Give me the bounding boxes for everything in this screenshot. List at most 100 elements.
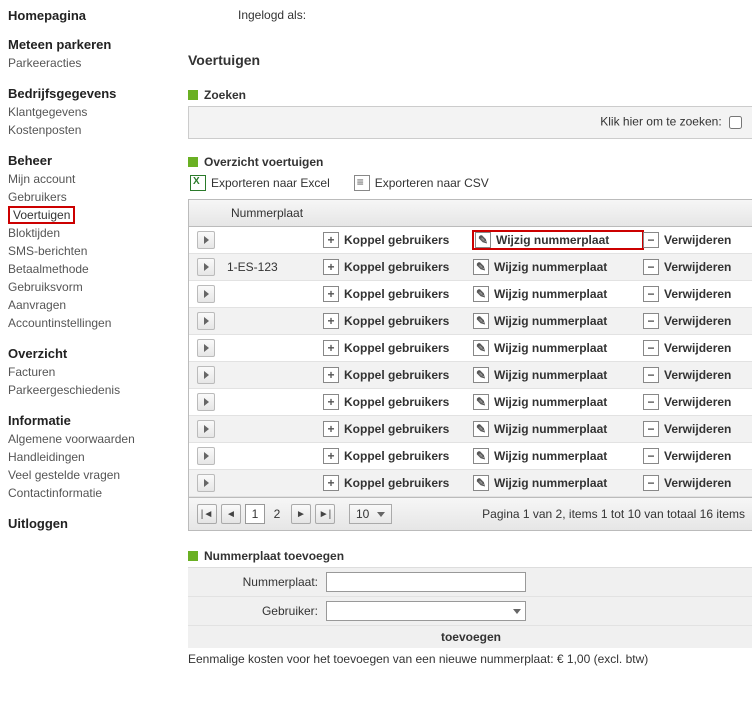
verwijderen-button[interactable]: −Verwijderen bbox=[643, 259, 752, 275]
nav-item[interactable]: Veel gestelde vragen bbox=[8, 466, 178, 484]
koppel-gebruikers-button[interactable]: +Koppel gebruikers bbox=[323, 232, 473, 248]
pager-next-button[interactable]: ► bbox=[291, 504, 311, 524]
wijzig-nummerplaat-button[interactable]: ✎Wijzig nummerplaat bbox=[473, 394, 643, 410]
nav-header[interactable]: Bedrijfsgegevens bbox=[8, 86, 178, 101]
wijzig-nummerplaat-button-label: Wijzig nummerplaat bbox=[494, 368, 607, 382]
nav-item[interactable]: Betaalmethode bbox=[8, 260, 178, 278]
expand-row-button[interactable] bbox=[197, 285, 215, 303]
wijzig-nummerplaat-button[interactable]: ✎Wijzig nummerplaat bbox=[473, 367, 643, 383]
plate-input[interactable] bbox=[326, 572, 526, 592]
verwijderen-button[interactable]: −Verwijderen bbox=[643, 448, 752, 464]
search-toggle-checkbox[interactable] bbox=[729, 116, 742, 129]
wijzig-nummerplaat-button-icon: ✎ bbox=[473, 394, 489, 410]
wijzig-nummerplaat-button[interactable]: ✎Wijzig nummerplaat bbox=[473, 421, 643, 437]
wijzig-nummerplaat-button-icon: ✎ bbox=[473, 313, 489, 329]
koppel-gebruikers-button-label: Koppel gebruikers bbox=[344, 314, 449, 328]
nav-item[interactable]: Parkeeracties bbox=[8, 54, 178, 72]
nav-header[interactable]: Overzicht bbox=[8, 346, 178, 361]
expand-row-button[interactable] bbox=[197, 339, 215, 357]
col-plate-header[interactable]: Nummerplaat bbox=[227, 206, 749, 220]
verwijderen-button[interactable]: −Verwijderen bbox=[643, 367, 752, 383]
table-row: +Koppel gebruikers✎Wijzig nummerplaat−Ve… bbox=[189, 281, 752, 308]
koppel-gebruikers-button[interactable]: +Koppel gebruikers bbox=[323, 394, 473, 410]
verwijderen-button[interactable]: −Verwijderen bbox=[643, 313, 752, 329]
wijzig-nummerplaat-button[interactable]: ✎Wijzig nummerplaat bbox=[473, 231, 643, 249]
expand-row-button[interactable] bbox=[197, 420, 215, 438]
nav-item[interactable]: Gebruiksvorm bbox=[8, 278, 178, 296]
pager-last-button[interactable]: ►| bbox=[315, 504, 335, 524]
pager-first-button[interactable]: |◄ bbox=[197, 504, 217, 524]
nav-item[interactable]: SMS-berichten bbox=[8, 242, 178, 260]
expand-row-button[interactable] bbox=[197, 393, 215, 411]
bullet-icon bbox=[188, 551, 198, 561]
expand-row-button[interactable] bbox=[197, 258, 215, 276]
wijzig-nummerplaat-button[interactable]: ✎Wijzig nummerplaat bbox=[473, 259, 643, 275]
nav-item[interactable]: Handleidingen bbox=[8, 448, 178, 466]
koppel-gebruikers-button[interactable]: +Koppel gebruikers bbox=[323, 448, 473, 464]
nav-item[interactable]: Facturen bbox=[8, 363, 178, 381]
chevron-right-icon bbox=[204, 263, 209, 271]
pager-page-button[interactable]: 1 bbox=[245, 504, 265, 524]
wijzig-nummerplaat-button[interactable]: ✎Wijzig nummerplaat bbox=[473, 286, 643, 302]
koppel-gebruikers-button[interactable]: +Koppel gebruikers bbox=[323, 286, 473, 302]
export-csv-button[interactable]: Exporteren naar CSV bbox=[354, 175, 489, 191]
koppel-gebruikers-button[interactable]: +Koppel gebruikers bbox=[323, 340, 473, 356]
table-row: +Koppel gebruikers✎Wijzig nummerplaat−Ve… bbox=[189, 227, 752, 254]
pager-prev-button[interactable]: ◄ bbox=[221, 504, 241, 524]
export-excel-button[interactable]: Exporteren naar Excel bbox=[190, 175, 330, 191]
nav-item[interactable]: Algemene voorwaarden bbox=[8, 430, 178, 448]
verwijderen-button[interactable]: −Verwijderen bbox=[643, 394, 752, 410]
verwijderen-button[interactable]: −Verwijderen bbox=[643, 475, 752, 491]
user-select[interactable] bbox=[326, 601, 526, 621]
nav-item[interactable]: Kostenposten bbox=[8, 121, 178, 139]
pager-page-button[interactable]: 2 bbox=[267, 504, 287, 524]
nav-header[interactable]: Beheer bbox=[8, 153, 178, 168]
wijzig-nummerplaat-button[interactable]: ✎ Wijzig nummerplaat bbox=[473, 475, 643, 491]
wijzig-nummerplaat-button[interactable]: ✎Wijzig nummerplaat bbox=[473, 340, 643, 356]
koppel-gebruikers-button[interactable]: +Koppel gebruikers bbox=[323, 421, 473, 437]
nav-item[interactable]: Mijn account bbox=[8, 170, 178, 188]
nav-header[interactable]: Informatie bbox=[8, 413, 178, 428]
wijzig-nummerplaat-button-icon: ✎ bbox=[473, 448, 489, 464]
verwijderen-button-label: Verwijderen bbox=[664, 233, 731, 247]
expand-row-button[interactable] bbox=[197, 447, 215, 465]
nav-item[interactable]: Parkeergeschiedenis bbox=[8, 381, 178, 399]
nav-header[interactable]: Meteen parkeren bbox=[8, 37, 178, 52]
verwijderen-button[interactable]: −Verwijderen bbox=[643, 340, 752, 356]
koppel-gebruikers-button[interactable]: +Koppel gebruikers bbox=[323, 475, 473, 491]
excel-icon bbox=[190, 175, 206, 191]
pager: |◄ ◄ 12 ► ►| 10 bbox=[197, 504, 392, 524]
verwijderen-button[interactable]: −Verwijderen bbox=[643, 232, 752, 248]
wijzig-nummerplaat-button[interactable]: ✎Wijzig nummerplaat bbox=[473, 313, 643, 329]
nav-item[interactable]: Gebruikers bbox=[8, 188, 178, 206]
koppel-gebruikers-button-icon: + bbox=[323, 340, 339, 356]
nav-item[interactable]: Contactinformatie bbox=[8, 484, 178, 502]
koppel-gebruikers-button-icon: + bbox=[323, 367, 339, 383]
koppel-gebruikers-button[interactable]: + Koppel gebruikers bbox=[323, 313, 473, 329]
add-header: Nummerplaat toevoegen bbox=[188, 549, 752, 563]
wijzig-nummerplaat-button-icon: ✎ bbox=[473, 475, 489, 491]
koppel-gebruikers-button[interactable]: +Koppel gebruikers bbox=[323, 259, 473, 275]
koppel-gebruikers-button-icon: + bbox=[323, 313, 339, 329]
verwijderen-button-icon: − bbox=[643, 313, 659, 329]
add-submit-button[interactable]: toevoegen bbox=[188, 626, 752, 648]
nav-item[interactable]: Bloktijden bbox=[8, 224, 178, 242]
wijzig-nummerplaat-button-label: Wijzig nummerplaat bbox=[494, 476, 607, 490]
nav-header[interactable]: Homepagina bbox=[8, 8, 178, 23]
verwijderen-button[interactable]: −Verwijderen bbox=[643, 286, 752, 302]
search-box[interactable]: Klik hier om te zoeken: bbox=[188, 106, 752, 139]
wijzig-nummerplaat-button[interactable]: ✎Wijzig nummerplaat bbox=[473, 448, 643, 464]
chevron-right-icon bbox=[204, 425, 209, 433]
koppel-gebruikers-button[interactable]: +Koppel gebruikers bbox=[323, 367, 473, 383]
nav-item[interactable]: Aanvragen bbox=[8, 296, 178, 314]
nav-item[interactable]: Klantgegevens bbox=[8, 103, 178, 121]
expand-row-button[interactable] bbox=[197, 474, 215, 492]
nav-item[interactable]: Accountinstellingen bbox=[8, 314, 178, 332]
verwijderen-button[interactable]: −Verwijderen bbox=[643, 421, 752, 437]
nav-header[interactable]: Uitloggen bbox=[8, 516, 178, 531]
nav-item[interactable]: Voertuigen bbox=[8, 206, 75, 224]
page-size-select[interactable]: 10 bbox=[349, 504, 392, 524]
expand-row-button[interactable] bbox=[197, 312, 215, 330]
expand-row-button[interactable] bbox=[197, 366, 215, 384]
expand-row-button[interactable] bbox=[197, 231, 215, 249]
